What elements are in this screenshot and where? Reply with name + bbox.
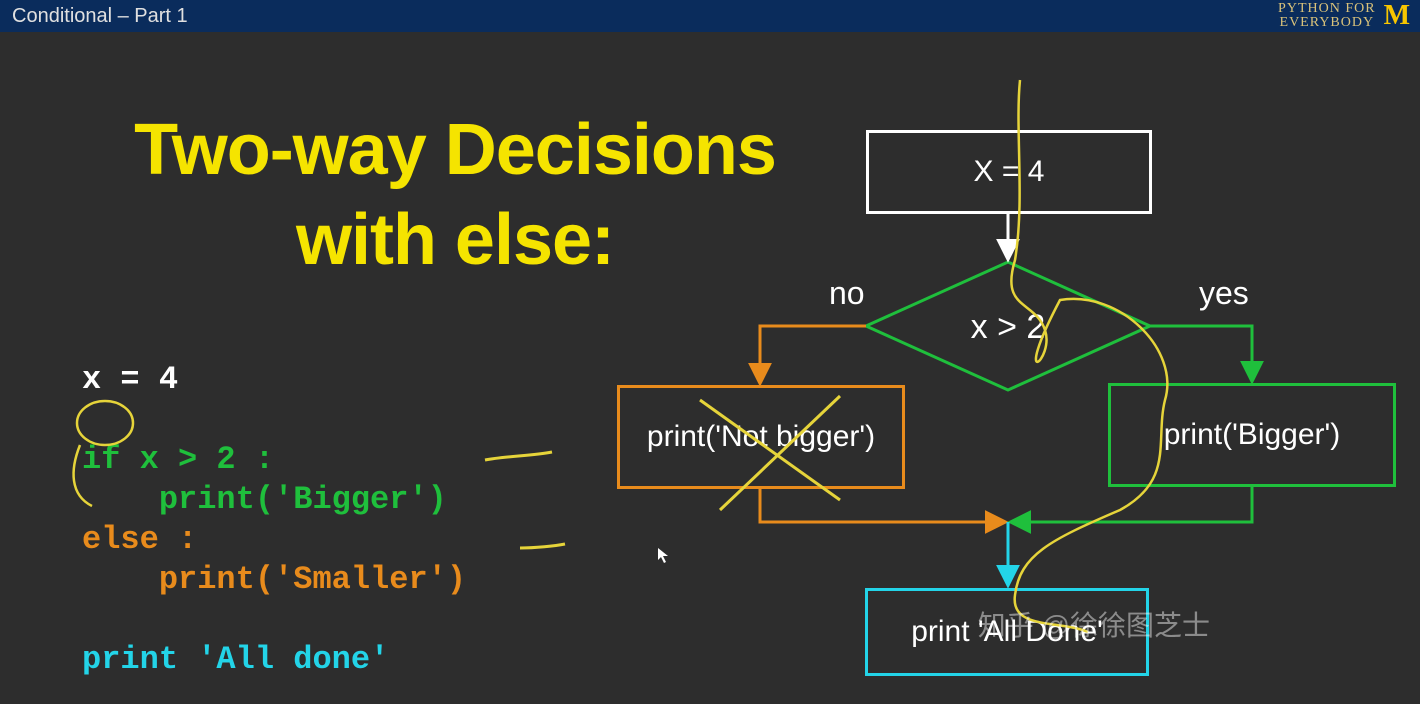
flow-no-box: print('Not bigger') [617,385,905,489]
flow-label-yes: yes [1199,275,1249,312]
flow-decision-diamond [866,262,1150,390]
annotation-underline-2 [520,544,565,548]
flow-arrow-no [760,326,866,382]
flow-yes-text: print('Bigger') [1164,418,1341,452]
title-bar: Conditional – Part 1 PYTHON FOR EVERYBOD… [0,0,1420,32]
flow-decision-text: x > 2 [971,308,1046,346]
brand-line2: EVERYBODY [1278,16,1376,30]
code-block: x = 4 if x > 2 : print('Bigger') else : … [82,320,466,680]
lesson-title: Conditional – Part 1 [12,5,188,28]
brand-line1: PYTHON FOR [1278,2,1376,16]
umich-logo-icon: M [1384,0,1410,32]
brand-text: PYTHON FOR EVERYBODY [1278,2,1376,30]
flow-arrow-yes-merge [1012,487,1252,522]
flow-end-box: print 'All Done' [865,588,1149,676]
code-line-6: print 'All done' [82,641,389,678]
slide-title: Two-way Decisions with else: [95,105,815,285]
flow-start-box: X = 4 [866,130,1152,214]
flow-label-no: no [829,275,865,312]
flow-end-text: print 'All Done' [911,615,1103,649]
flow-arrow-no-merge [760,489,1004,522]
flow-arrow-yes [1150,326,1252,380]
code-line-3: print('Bigger') [82,481,447,518]
code-line-1: x = 4 [82,361,178,398]
code-line-2: if x > 2 : [82,441,274,478]
flow-yes-box: print('Bigger') [1108,383,1396,487]
annotation-underline-1 [485,452,552,460]
code-line-5: print('Smaller') [82,561,466,598]
brand-block: PYTHON FOR EVERYBODY M [1278,0,1410,32]
flow-start-text: X = 4 [974,155,1045,189]
cursor-icon [658,548,668,563]
flow-no-text: print('Not bigger') [647,420,875,454]
code-line-4: else : [82,521,197,558]
